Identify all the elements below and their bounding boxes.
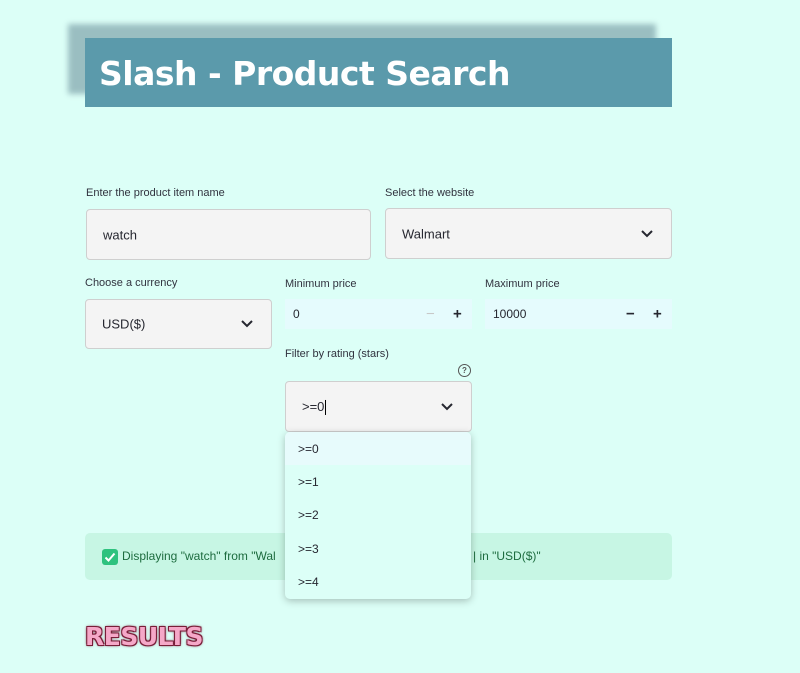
rating-option[interactable]: >=2 [285, 498, 471, 531]
currency-select-value: USD($) [102, 316, 146, 332]
rating-option[interactable]: >=4 [285, 565, 471, 598]
website-select[interactable]: Walmart [385, 208, 672, 259]
success-message-end: | in "USD($)" [473, 549, 541, 563]
success-message: Displaying "watch" from "Wal [122, 549, 276, 563]
website-select-label: Select the website [385, 187, 475, 199]
product-input-label: Enter the product item name [86, 187, 225, 199]
currency-select[interactable]: USD($) [85, 299, 272, 349]
text-cursor [325, 399, 327, 415]
max-price-increment-button[interactable]: + [653, 306, 662, 323]
chevron-down-icon [241, 320, 253, 328]
website-select-value: Walmart [402, 226, 450, 241]
rating-option[interactable]: >=3 [285, 532, 471, 565]
currency-select-label: Choose a currency [85, 277, 178, 289]
rating-filter-label: Filter by rating (stars) [285, 348, 389, 360]
results-heading: RESULTS [85, 622, 203, 651]
min-price-increment-button[interactable]: + [453, 306, 462, 323]
rating-select-value: >=0 [302, 398, 325, 414]
help-icon[interactable]: ? [458, 364, 471, 377]
min-price-label: Minimum price [285, 278, 357, 290]
rating-dropdown-menu: >=0 >=1 >=2 >=3 >=4 [285, 432, 471, 599]
rating-select[interactable]: >=0 [285, 381, 472, 432]
page-title: Slash - Product Search [99, 54, 510, 93]
product-input[interactable]: watch [86, 209, 371, 260]
max-price-label: Maximum price [485, 278, 560, 290]
max-price-decrement-button[interactable]: − [626, 306, 635, 323]
rating-option[interactable]: >=0 [285, 432, 471, 465]
rating-option[interactable]: >=1 [285, 465, 471, 498]
chevron-down-icon [641, 229, 653, 237]
max-price-value: 10000 [493, 307, 527, 321]
page-header: Slash - Product Search [85, 38, 672, 107]
min-price-input[interactable]: 0 − + [285, 299, 472, 329]
checkbox-checked-icon [102, 549, 118, 565]
min-price-decrement-button[interactable]: − [426, 306, 435, 323]
product-input-value: watch [103, 227, 137, 242]
max-price-input[interactable]: 10000 − + [485, 299, 672, 329]
chevron-down-icon [441, 402, 453, 410]
min-price-value: 0 [293, 307, 300, 321]
